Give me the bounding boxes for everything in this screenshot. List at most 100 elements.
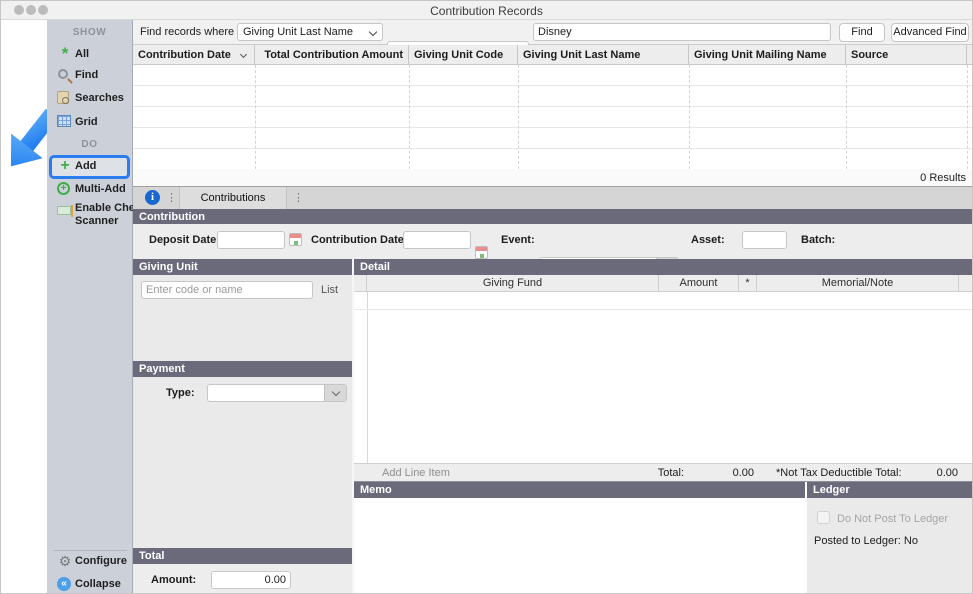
sidebar-item-enable-check-scanner[interactable]: Enable Check Scanner — [47, 201, 132, 233]
memo-section-header: Memo — [354, 482, 805, 498]
tab-drag-handle-icon[interactable]: ⋮ — [293, 191, 304, 205]
memo-textarea[interactable] — [354, 498, 805, 593]
sidebar-item-collapse[interactable]: « Collapse — [47, 575, 132, 594]
event-label: Event: — [501, 234, 535, 246]
sidebar-item-configure[interactable]: ⚙ Configure — [47, 552, 132, 572]
check-scanner-icon — [57, 203, 73, 219]
calendar-icon[interactable] — [475, 246, 488, 259]
app-window: Contribution Records SHOW * All Find Sea… — [0, 0, 973, 594]
sidebar-item-label: Searches — [75, 92, 124, 104]
do-not-post-label: Do Not Post To Ledger — [837, 513, 948, 525]
magnifier-icon — [57, 68, 73, 84]
find-records-label: Find records where — [140, 26, 234, 38]
sidebar-item-label: Configure — [75, 555, 127, 567]
sort-chevron-icon — [240, 51, 247, 58]
ledger-section-header: Ledger — [807, 482, 973, 498]
plus-icon: + — [57, 159, 73, 175]
detail-section-header: Detail — [354, 259, 973, 275]
field-select-value: Giving Unit Last Name — [243, 26, 353, 38]
column-divider — [689, 65, 690, 169]
gear-icon: ⚙ — [57, 554, 73, 570]
sidebar-divider — [53, 550, 127, 551]
asset-input[interactable] — [742, 231, 787, 249]
tab-contributions[interactable]: Contributions — [179, 187, 287, 209]
total-panel: Amount: — [133, 564, 352, 594]
sidebar-item-label: Add — [75, 160, 96, 172]
column-divider — [255, 65, 256, 169]
column-header-giving-fund[interactable]: Giving Fund — [367, 275, 659, 292]
column-header-giving-unit-last-name[interactable]: Giving Unit Last Name — [518, 45, 689, 65]
deposit-date-label: Deposit Date: — [149, 234, 220, 246]
column-header-not-deductible[interactable]: * — [739, 275, 757, 292]
sidebar-item-label: Grid — [75, 116, 98, 128]
find-button[interactable]: Find — [839, 23, 885, 42]
sidebar-section-show: SHOW — [47, 27, 132, 38]
sidebar-item-grid[interactable]: Grid — [47, 113, 132, 133]
detail-total-label: Total: — [604, 467, 684, 479]
sidebar-item-find[interactable]: Find — [47, 66, 132, 86]
list-button[interactable]: List — [321, 284, 338, 296]
tab-drag-handle-icon[interactable]: ⋮ — [166, 191, 177, 205]
payment-type-select[interactable] — [207, 384, 347, 402]
column-header-total-contribution-amount[interactable]: Total Contribution Amount — [255, 45, 409, 65]
search-value-input[interactable] — [533, 23, 831, 41]
total-amount-input[interactable] — [211, 571, 291, 589]
detail-footer-row: Add Line Item Total: 0.00 *Not Tax Deduc… — [354, 463, 973, 482]
results-count: 0 Results — [133, 169, 973, 187]
contribution-date-label: Contribution Date: — [311, 234, 408, 246]
collapse-circle-icon: « — [57, 577, 73, 593]
scroll-search-icon — [57, 91, 73, 107]
detail-total-value: 0.00 — [684, 467, 754, 479]
sidebar-item-label: Find — [75, 69, 98, 81]
giving-unit-section-header: Giving Unit — [133, 259, 352, 275]
asterisk-icon: * — [57, 47, 73, 63]
detail-column-divider — [367, 292, 368, 463]
column-divider — [846, 65, 847, 169]
title-bar: Contribution Records — [1, 1, 972, 20]
select-button[interactable] — [324, 385, 346, 401]
contribution-fields: Deposit Date: Contribution Date: Event: … — [133, 224, 973, 259]
chevron-down-icon — [369, 28, 377, 36]
chevron-down-icon — [332, 388, 340, 396]
column-header-source[interactable]: Source — [846, 45, 967, 65]
total-section-header: Total — [133, 548, 352, 564]
detail-row-selector-column — [354, 275, 367, 292]
detail-row-divider — [354, 309, 973, 310]
field-select[interactable]: Giving Unit Last Name — [237, 23, 383, 41]
do-not-post-checkbox[interactable] — [817, 511, 830, 524]
ntd-total-value: 0.00 — [888, 467, 958, 479]
column-divider — [518, 65, 519, 169]
add-line-item-button[interactable]: Add Line Item — [382, 467, 450, 479]
column-header-giving-unit-code[interactable]: Giving Unit Code — [409, 45, 518, 65]
ntd-total-label: *Not Tax Deductible Total: — [776, 467, 902, 479]
column-header-memorial-note[interactable]: Memorial/Note — [757, 275, 959, 292]
batch-label: Batch: — [801, 234, 835, 246]
info-icon[interactable]: i — [145, 190, 160, 205]
posted-to-ledger-status: Posted to Ledger: No — [814, 535, 918, 547]
results-table-body — [133, 65, 973, 169]
column-divider — [409, 65, 410, 169]
total-amount-label: Amount: — [151, 574, 196, 586]
sidebar-item-add[interactable]: + Add — [47, 157, 132, 177]
refresh-plus-icon: + — [57, 182, 73, 198]
advanced-find-button[interactable]: Advanced Find — [891, 23, 969, 42]
sidebar-item-multi-add[interactable]: + Multi-Add — [47, 180, 132, 200]
contribution-date-input[interactable] — [403, 231, 471, 249]
column-header-spacer — [967, 45, 973, 65]
column-divider — [967, 65, 968, 169]
giving-unit-panel: List — [133, 275, 352, 361]
column-header-giving-unit-mailing-name[interactable]: Giving Unit Mailing Name — [689, 45, 846, 65]
payment-type-label: Type: — [166, 387, 195, 399]
contribution-section-header: Contribution — [133, 209, 973, 225]
results-table-header: Contribution Date Total Contribution Amo… — [133, 45, 973, 65]
sidebar-item-searches[interactable]: Searches — [47, 89, 132, 109]
column-header-contribution-date[interactable]: Contribution Date — [133, 45, 255, 65]
grid-icon — [57, 115, 73, 131]
window-title: Contribution Records — [1, 4, 972, 18]
calendar-icon[interactable] — [289, 233, 302, 246]
sidebar-item-label: Collapse — [75, 578, 121, 590]
giving-unit-input[interactable] — [141, 281, 313, 299]
column-header-amount[interactable]: Amount — [659, 275, 739, 292]
sidebar-item-all[interactable]: * All — [47, 45, 132, 65]
deposit-date-input[interactable] — [217, 231, 285, 249]
